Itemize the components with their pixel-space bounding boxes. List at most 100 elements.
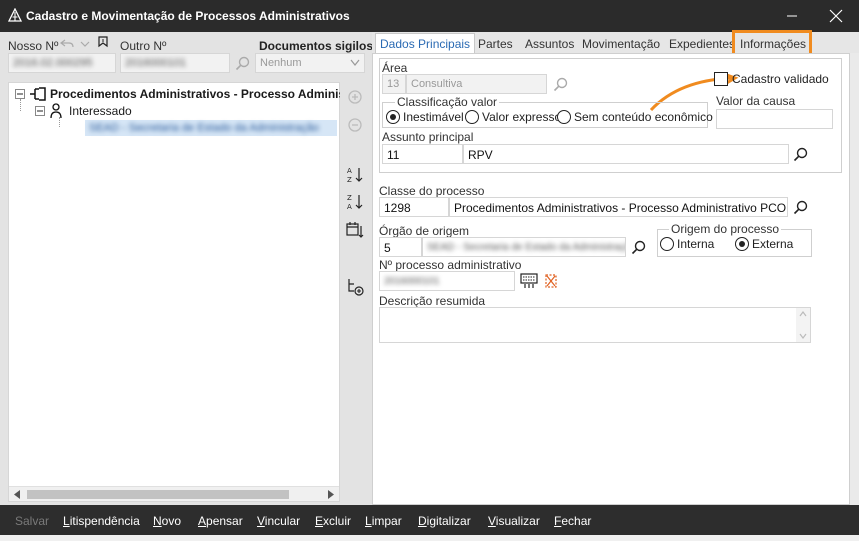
classe-text-field[interactable]: Procedimentos Administrativos - Processo… xyxy=(449,197,788,217)
undo-icon[interactable] xyxy=(60,38,74,50)
radio-sem-conteudo[interactable]: Sem conteúdo econômico xyxy=(557,110,713,124)
svg-text:A: A xyxy=(347,203,352,211)
close-icon xyxy=(829,9,843,23)
minimize-icon xyxy=(787,15,797,17)
nosso-field[interactable]: 2016.02.000295 xyxy=(8,53,116,73)
area-text-field[interactable]: Consultiva xyxy=(406,74,547,94)
person-icon xyxy=(50,103,62,119)
radio-interna[interactable]: Interna xyxy=(660,237,714,251)
radio-inestimavel[interactable]: Inestimável xyxy=(386,110,464,124)
assunto-search-icon[interactable] xyxy=(793,147,809,163)
svg-text:Z: Z xyxy=(347,176,352,184)
tab-dados-principais[interactable]: Dados Principais xyxy=(375,33,476,54)
radio-dot[interactable] xyxy=(386,110,400,124)
add-circle-icon[interactable] xyxy=(345,87,365,107)
textarea-scrollbar[interactable] xyxy=(796,308,810,342)
apensar-button[interactable]: Apensar xyxy=(198,514,243,528)
close-button[interactable] xyxy=(815,0,857,32)
orgao-label: Órgão de origem xyxy=(379,224,470,238)
digitalizar-button[interactable]: Digitalizar xyxy=(418,514,471,528)
limpar-button[interactable]: Limpar xyxy=(365,514,402,528)
area-search-icon[interactable] xyxy=(553,77,569,93)
nprocesso-label: Nº processo administrativo xyxy=(379,258,522,272)
radio-dot[interactable] xyxy=(735,237,749,251)
dados-principais-panel: Área 13 Consultiva Cadastro validado Cla… xyxy=(372,53,850,505)
scroll-up-icon[interactable] xyxy=(799,311,807,317)
scroll-down-icon[interactable] xyxy=(799,333,807,339)
window-bottom-edge xyxy=(0,535,859,541)
sort-ascending-icon[interactable]: AZ xyxy=(345,165,365,185)
assunto-text-field[interactable]: RPV xyxy=(463,144,789,164)
orgao-search-icon[interactable] xyxy=(631,240,647,256)
tree-leaf-item[interactable]: SEAD - Secretaria de Estado da Administr… xyxy=(89,122,319,134)
tree-connector xyxy=(20,99,21,111)
window-title: Cadastro e Movimentação de Processos Adm… xyxy=(26,9,350,23)
search-icon[interactable] xyxy=(235,56,251,72)
orgao-text-field[interactable]: SEAD - Secretaria de Estado da Administr… xyxy=(422,237,626,257)
tab-movimentacao[interactable]: Movimentação xyxy=(577,33,665,54)
keyboard-icon[interactable] xyxy=(520,273,538,289)
litispendencia-button[interactable]: Litispendência xyxy=(63,514,140,528)
tab-assuntos[interactable]: Assuntos xyxy=(520,33,579,54)
tab-strip: Dados Principais Partes Assuntos Movimen… xyxy=(372,30,859,57)
scroll-thumb[interactable] xyxy=(27,490,289,499)
collapse-icon[interactable] xyxy=(15,89,25,99)
visualizar-button[interactable]: Visualizar xyxy=(488,514,540,528)
classe-code-field[interactable]: 1298 xyxy=(379,197,449,217)
classe-search-icon[interactable] xyxy=(793,200,809,216)
assunto-label: Assunto principal xyxy=(382,130,474,144)
novo-button[interactable]: Novo xyxy=(153,514,181,528)
radio-dot[interactable] xyxy=(557,110,571,124)
outro-field[interactable]: 2016000101 xyxy=(120,53,230,73)
minimize-button[interactable] xyxy=(771,0,813,32)
radio-dot[interactable] xyxy=(465,110,479,124)
panel-scrollbar[interactable] xyxy=(850,53,859,505)
tree-connector xyxy=(59,117,60,127)
left-pane: Nosso Nº Outro Nº Documentos sigilosos 2… xyxy=(0,32,387,505)
sigilosos-select[interactable]: Nenhum xyxy=(255,53,365,73)
app-logo-icon xyxy=(8,8,22,22)
nprocesso-field[interactable]: 2016000101 xyxy=(379,271,515,291)
tab-partes[interactable]: Partes xyxy=(473,33,518,54)
checkbox-box[interactable] xyxy=(714,72,728,86)
sort-date-icon[interactable] xyxy=(345,220,365,240)
valor-causa-field[interactable] xyxy=(716,109,833,129)
assunto-code-field[interactable]: 11 xyxy=(382,144,463,164)
area-code-field[interactable]: 13 xyxy=(382,74,406,94)
horizontal-scrollbar[interactable] xyxy=(9,486,339,501)
valor-causa-label: Valor da causa xyxy=(716,94,796,108)
tab-expedientes[interactable]: Expedientes xyxy=(664,33,740,54)
tree-toolbar: AZ ZA xyxy=(340,82,370,502)
orgao-code-field[interactable]: 5 xyxy=(379,237,422,257)
tree-root-item[interactable]: Procedimentos Administrativos - Processo… xyxy=(50,87,368,101)
outro-label: Outro Nº xyxy=(120,39,167,53)
title-bar: Cadastro e Movimentação de Processos Adm… xyxy=(0,0,859,32)
salvar-button[interactable]: Salvar xyxy=(15,514,49,528)
chevron-down-icon xyxy=(350,59,360,66)
cadastro-validado-checkbox[interactable]: Cadastro validado xyxy=(714,72,829,86)
collapse-icon[interactable] xyxy=(35,106,45,116)
sigilosos-label: Documentos sigilosos xyxy=(259,39,388,53)
vincular-button[interactable]: Vincular xyxy=(257,514,300,528)
excluir-button[interactable]: Excluir xyxy=(315,514,351,528)
radio-valor-expresso[interactable]: Valor expresso xyxy=(465,110,561,124)
svg-text:A: A xyxy=(347,167,352,175)
clear-icon[interactable] xyxy=(544,273,558,289)
sort-descending-icon[interactable]: ZA xyxy=(345,192,365,212)
add-node-icon[interactable] xyxy=(345,277,365,297)
fechar-button[interactable]: Fechar xyxy=(554,514,591,528)
nosso-label: Nosso Nº xyxy=(8,39,59,53)
descricao-textarea[interactable] xyxy=(379,307,811,343)
remove-circle-icon[interactable] xyxy=(345,115,365,135)
chevron-down-icon[interactable] xyxy=(80,39,90,49)
process-tree[interactable]: Procedimentos Administrativos - Processo… xyxy=(8,82,368,502)
radio-externa[interactable]: Externa xyxy=(735,237,793,251)
radio-dot[interactable] xyxy=(660,237,674,251)
process-icon xyxy=(30,87,46,101)
bookmark-icon[interactable] xyxy=(97,36,109,50)
scroll-right-icon[interactable] xyxy=(327,490,335,499)
tree-child-item[interactable]: Interessado xyxy=(69,104,132,118)
scroll-left-icon[interactable] xyxy=(13,490,21,499)
classificacao-label: Classificação valor xyxy=(395,95,500,109)
tab-informacoes[interactable]: Informações xyxy=(732,30,812,57)
